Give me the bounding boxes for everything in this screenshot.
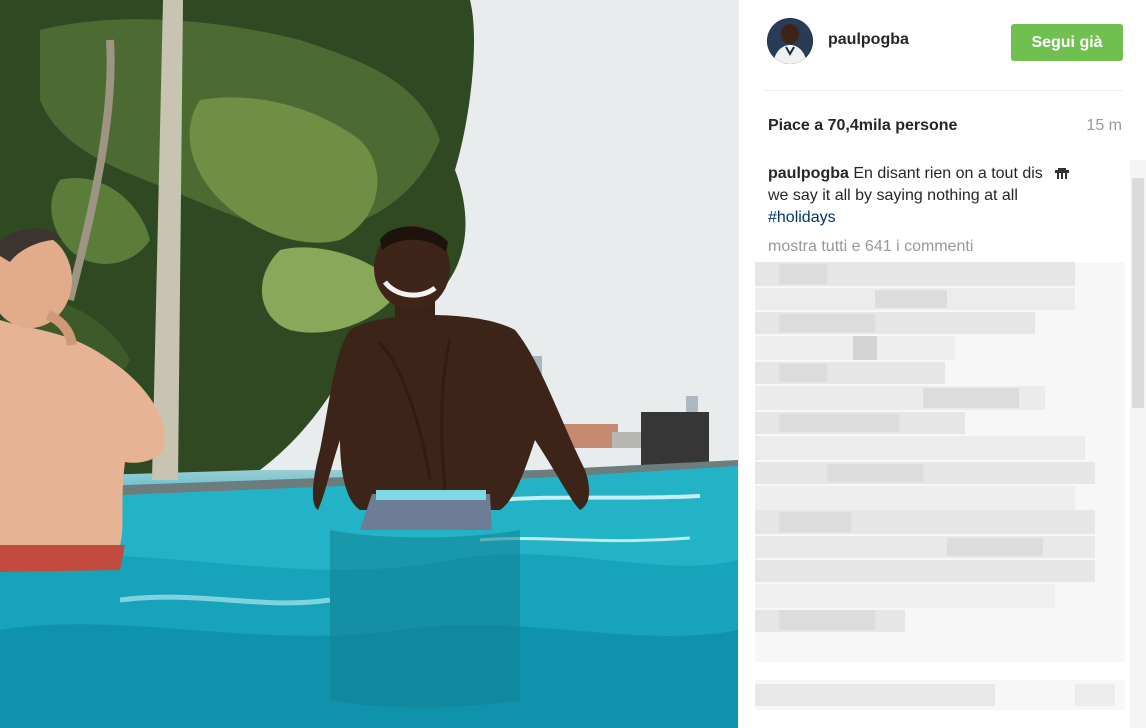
scrollbar-thumb[interactable]	[1132, 178, 1144, 408]
pixelated-footer-image	[755, 680, 1125, 710]
post-caption: paulpogba En disant rien on a tout dis w…	[768, 163, 1098, 229]
comments-pixelated-area	[755, 262, 1125, 662]
following-button[interactable]: Segui già	[1011, 24, 1123, 61]
comments-scrollbar[interactable]	[1130, 160, 1146, 728]
avatar[interactable]	[767, 18, 813, 64]
comments-pixelated-footer	[755, 680, 1125, 710]
caption-line-1: paulpogba En disant rien on a tout dis	[768, 163, 1098, 185]
caption-hashtag-link[interactable]: #holidays	[768, 207, 1098, 229]
caption-username[interactable]: paulpogba	[768, 165, 849, 182]
post-username[interactable]: paulpogba	[828, 31, 909, 49]
caption-text-2: we say it all by saying nothing at all	[768, 187, 1018, 204]
pool-photo-illustration	[0, 0, 738, 728]
post-photo[interactable]	[0, 0, 738, 728]
likes-count[interactable]: Piace a 70,4mila persone	[768, 117, 957, 135]
post-side-panel: paulpogba Segui già Piace a 70,4mila per…	[738, 0, 1146, 728]
view-all-comments-link[interactable]: mostra tutti e 641 i commenti	[768, 238, 973, 256]
pixelated-comments-image	[755, 262, 1125, 662]
avatar-image	[767, 18, 813, 64]
caption-text-1: En disant rien on a tout dis	[853, 165, 1043, 182]
post-timestamp[interactable]: 15 m	[1086, 117, 1122, 135]
hands-emoji-icon	[1055, 167, 1070, 179]
header-divider	[763, 90, 1123, 91]
